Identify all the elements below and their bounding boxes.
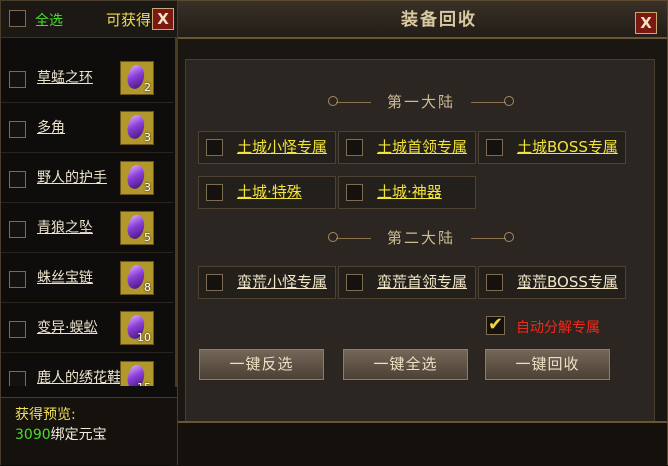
category-checkbox[interactable]	[346, 274, 363, 291]
equipment-list-panel: 全选 可获得 X 草蜢之环 2 多角 3 野人的护手 3 青狼之坠 5 蛛丝宝链…	[0, 0, 178, 465]
category-label[interactable]: 土城首领专属	[377, 132, 467, 163]
item-checkbox[interactable]	[9, 321, 26, 338]
auto-decompose-checkbox[interactable]: ✔	[486, 316, 505, 335]
list-item[interactable]: 变异·蜈蚣 10	[1, 303, 173, 353]
item-list[interactable]: 草蜢之环 2 多角 3 野人的护手 3 青狼之坠 5 蛛丝宝链 8 变异·蜈蚣 …	[1, 53, 173, 386]
check-icon: ✔	[487, 314, 504, 335]
category-cell[interactable]: 蛮荒小怪专属	[198, 266, 336, 299]
preview-label: 获得预览:	[15, 407, 76, 423]
obtainable-label: 可获得	[106, 11, 152, 29]
category-cell[interactable]: 土城小怪专属	[198, 131, 336, 164]
item-count: 2	[144, 81, 151, 94]
category-cell[interactable]: 土城首领专属	[338, 131, 476, 164]
item-count: 15	[137, 381, 151, 386]
item-name: 鹿人的绣花鞋	[37, 370, 121, 386]
item-count: 3	[144, 131, 151, 144]
category-checkbox[interactable]	[206, 184, 223, 201]
item-slot[interactable]: 5	[120, 211, 154, 245]
close-button[interactable]: X	[635, 12, 657, 34]
item-count: 10	[137, 331, 151, 344]
item-checkbox[interactable]	[9, 371, 26, 386]
item-count: 3	[144, 181, 151, 194]
item-slot[interactable]: 15	[120, 361, 154, 386]
item-count: 8	[144, 281, 151, 294]
item-checkbox[interactable]	[9, 71, 26, 88]
category-label[interactable]: 土城小怪专属	[237, 132, 327, 163]
preview-amount: 3090	[15, 427, 51, 443]
item-name: 蛛丝宝链	[37, 270, 93, 286]
category-label[interactable]: 蛮荒小怪专属	[237, 267, 327, 298]
list-item[interactable]: 野人的护手 3	[1, 153, 173, 203]
item-slot[interactable]: 3	[120, 161, 154, 195]
window-bottom-frame	[171, 421, 667, 466]
category-cell[interactable]: 土城·神器	[338, 176, 476, 209]
item-checkbox[interactable]	[9, 221, 26, 238]
list-item[interactable]: 草蜢之环 2	[1, 53, 173, 103]
item-name: 草蜢之环	[37, 70, 93, 86]
item-slot[interactable]: 3	[120, 111, 154, 145]
category-checkbox[interactable]	[346, 139, 363, 156]
close-icon: X	[640, 14, 652, 32]
category-label[interactable]: 蛮荒首领专属	[377, 267, 467, 298]
category-label[interactable]: 蛮荒BOSS专属	[517, 267, 618, 298]
item-count: 5	[144, 231, 151, 244]
select-all-checkbox[interactable]	[9, 10, 26, 27]
category-label[interactable]: 土城·神器	[377, 177, 442, 208]
section-header-continent-2: 第二大陆	[186, 226, 656, 250]
item-checkbox[interactable]	[9, 121, 26, 138]
category-label[interactable]: 土城BOSS专属	[517, 132, 618, 163]
category-checkbox[interactable]	[486, 139, 503, 156]
item-name: 变异·蜈蚣	[37, 320, 98, 336]
preview-value: 3090绑定元宝	[15, 424, 107, 444]
category-cell[interactable]: 蛮荒首领专属	[338, 266, 476, 299]
category-cell[interactable]: 蛮荒BOSS专属	[478, 266, 626, 299]
list-header: 全选 可获得 X	[1, 1, 177, 38]
preview-currency: 绑定元宝	[50, 427, 107, 443]
reward-preview: 获得预览: 3090绑定元宝	[1, 397, 177, 465]
category-checkbox[interactable]	[346, 184, 363, 201]
list-item[interactable]: 多角 3	[1, 103, 173, 153]
item-checkbox[interactable]	[9, 171, 26, 188]
category-checkbox[interactable]	[206, 274, 223, 291]
item-checkbox[interactable]	[9, 271, 26, 288]
recycle-all-button[interactable]: 一键回收	[484, 348, 611, 381]
category-label[interactable]: 土城·特殊	[237, 177, 302, 208]
category-cell[interactable]: 土城BOSS专属	[478, 131, 626, 164]
invert-selection-button[interactable]: 一键反选	[198, 348, 325, 381]
section-title: 第二大陆	[386, 229, 455, 247]
list-item[interactable]: 青狼之坠 5	[1, 203, 173, 253]
section-title: 第一大陆	[386, 93, 455, 111]
item-slot[interactable]: 10	[120, 311, 154, 345]
select-all-button[interactable]: 一键全选	[342, 348, 469, 381]
list-item[interactable]: 蛛丝宝链 8	[1, 253, 173, 303]
recycle-window: 装备回收 X 第一大陆 土城小怪专属 土城首领专属 土城BOSS专属 土城·特殊	[170, 0, 668, 466]
list-item[interactable]: 鹿人的绣花鞋 15	[1, 353, 173, 386]
item-name: 青狼之坠	[37, 220, 93, 236]
select-all-label[interactable]: 全选	[35, 10, 63, 30]
item-slot[interactable]: 2	[120, 61, 154, 95]
section-header-continent-1: 第一大陆	[186, 90, 656, 114]
category-panel: 第一大陆 土城小怪专属 土城首领专属 土城BOSS专属 土城·特殊 土城·神器	[185, 59, 655, 424]
category-checkbox[interactable]	[486, 274, 503, 291]
category-cell[interactable]: 土城·特殊	[198, 176, 336, 209]
item-slot[interactable]: 8	[120, 261, 154, 295]
list-scrollbar[interactable]	[175, 37, 178, 387]
item-name: 野人的护手	[37, 170, 107, 186]
auto-decompose-label[interactable]: 自动分解专属	[516, 317, 600, 337]
item-name: 多角	[37, 120, 65, 136]
category-checkbox[interactable]	[206, 139, 223, 156]
panel-close-button[interactable]: X	[152, 8, 174, 30]
window-title: 装备回收	[401, 10, 477, 30]
close-icon: X	[157, 10, 169, 28]
